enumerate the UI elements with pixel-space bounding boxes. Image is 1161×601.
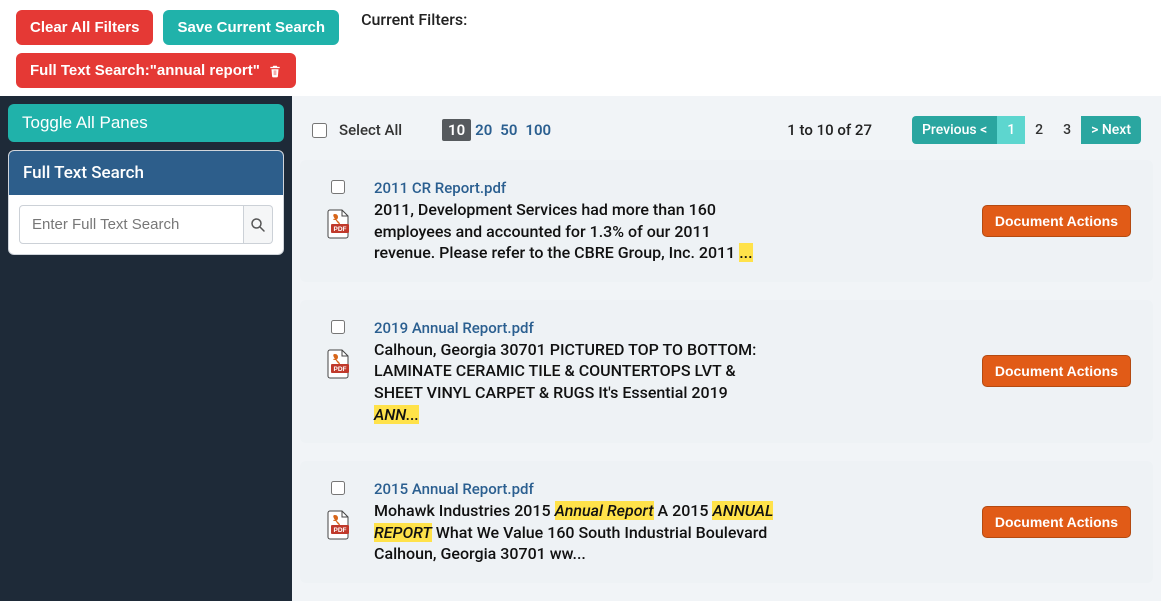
top-row-2: Full Text Search:"annual report" — [16, 53, 339, 88]
pdf-icon — [322, 348, 354, 380]
page-size-10[interactable]: 10 — [442, 119, 471, 141]
result-snippet: Calhoun, Georgia 30701 PICTURED TOP TO B… — [374, 339, 774, 425]
sidebar: Toggle All Panes Full Text Search — [0, 96, 292, 601]
result-card: 2019 Annual Report.pdf Calhoun, Georgia 3… — [300, 300, 1153, 443]
document-actions-button[interactable]: Document Actions — [982, 506, 1131, 538]
result-actions-col: Document Actions — [982, 205, 1131, 237]
pagination-page-3[interactable]: 3 — [1053, 116, 1081, 144]
pagination-previous[interactable]: Previous < — [912, 116, 997, 144]
page-size-20[interactable]: 20 — [471, 119, 496, 141]
select-all-checkbox[interactable] — [312, 123, 327, 138]
pdf-icon — [322, 208, 354, 240]
search-input-row — [9, 195, 283, 254]
result-left-col — [322, 479, 354, 541]
search-card-header: Full Text Search — [9, 151, 283, 195]
top-bar: Clear All Filters Save Current Search Fu… — [0, 0, 1161, 88]
document-actions-button[interactable]: Document Actions — [982, 355, 1131, 387]
result-checkbox[interactable] — [331, 481, 345, 495]
result-actions-col: Document Actions — [982, 355, 1131, 387]
result-checkbox[interactable] — [331, 180, 345, 194]
pagination-next[interactable]: > Next — [1081, 116, 1141, 144]
search-icon — [249, 216, 267, 234]
document-actions-button[interactable]: Document Actions — [982, 205, 1131, 237]
result-card: 2011 CR Report.pdf 2011, Development Serv… — [300, 160, 1153, 282]
select-all-group: Select All — [312, 121, 442, 139]
trash-icon — [268, 63, 282, 79]
save-search-button[interactable]: Save Current Search — [163, 10, 339, 45]
result-checkbox[interactable] — [331, 320, 345, 334]
result-body: 2015 Annual Report.pdf Mohawk Industries … — [374, 479, 962, 565]
result-count: 1 to 10 of 27 — [787, 121, 872, 139]
clear-filters-button[interactable]: Clear All Filters — [16, 10, 153, 45]
result-snippet: 2011, Development Services had more than… — [374, 199, 774, 264]
result-snippet: Mohawk Industries 2015 Annual Report A 2… — [374, 500, 774, 565]
page-size-selector: 102050100 — [442, 119, 555, 141]
pagination: Previous <123> Next — [912, 116, 1141, 144]
result-title-link[interactable]: 2015 Annual Report.pdf — [374, 480, 534, 498]
toggle-panes-button[interactable]: Toggle All Panes — [8, 104, 284, 142]
main: Toggle All Panes Full Text Search Select… — [0, 96, 1161, 601]
top-row-1: Clear All Filters Save Current Search — [16, 10, 339, 45]
result-title-link[interactable]: 2019 Annual Report.pdf — [374, 319, 534, 337]
pdf-icon — [322, 509, 354, 541]
filter-chip-label: Full Text Search:"annual report" — [30, 62, 260, 79]
result-body: 2019 Annual Report.pdf Calhoun, Georgia 3… — [374, 318, 962, 425]
result-title-link[interactable]: 2011 CR Report.pdf — [374, 179, 506, 197]
result-actions-col: Document Actions — [982, 506, 1131, 538]
search-button[interactable] — [244, 205, 273, 244]
top-buttons-group: Clear All Filters Save Current Search Fu… — [16, 10, 339, 88]
search-card: Full Text Search — [8, 150, 284, 255]
results-area: Select All 102050100 1 to 10 of 27 Previ… — [292, 96, 1161, 601]
page-size-100[interactable]: 100 — [521, 119, 555, 141]
result-body: 2011 CR Report.pdf 2011, Development Serv… — [374, 178, 962, 264]
pagination-page-1[interactable]: 1 — [997, 116, 1025, 144]
select-all-label: Select All — [339, 121, 402, 139]
filter-chip[interactable]: Full Text Search:"annual report" — [16, 53, 296, 88]
results-list: 2011 CR Report.pdf 2011, Development Serv… — [292, 160, 1161, 583]
full-text-search-input[interactable] — [19, 205, 244, 244]
result-left-col — [322, 318, 354, 380]
pagination-page-2[interactable]: 2 — [1025, 116, 1053, 144]
result-left-col — [322, 178, 354, 240]
page-size-50[interactable]: 50 — [496, 119, 521, 141]
result-card: 2015 Annual Report.pdf Mohawk Industries … — [300, 461, 1153, 583]
current-filters-label: Current Filters: — [361, 10, 467, 31]
results-header: Select All 102050100 1 to 10 of 27 Previ… — [292, 116, 1161, 160]
